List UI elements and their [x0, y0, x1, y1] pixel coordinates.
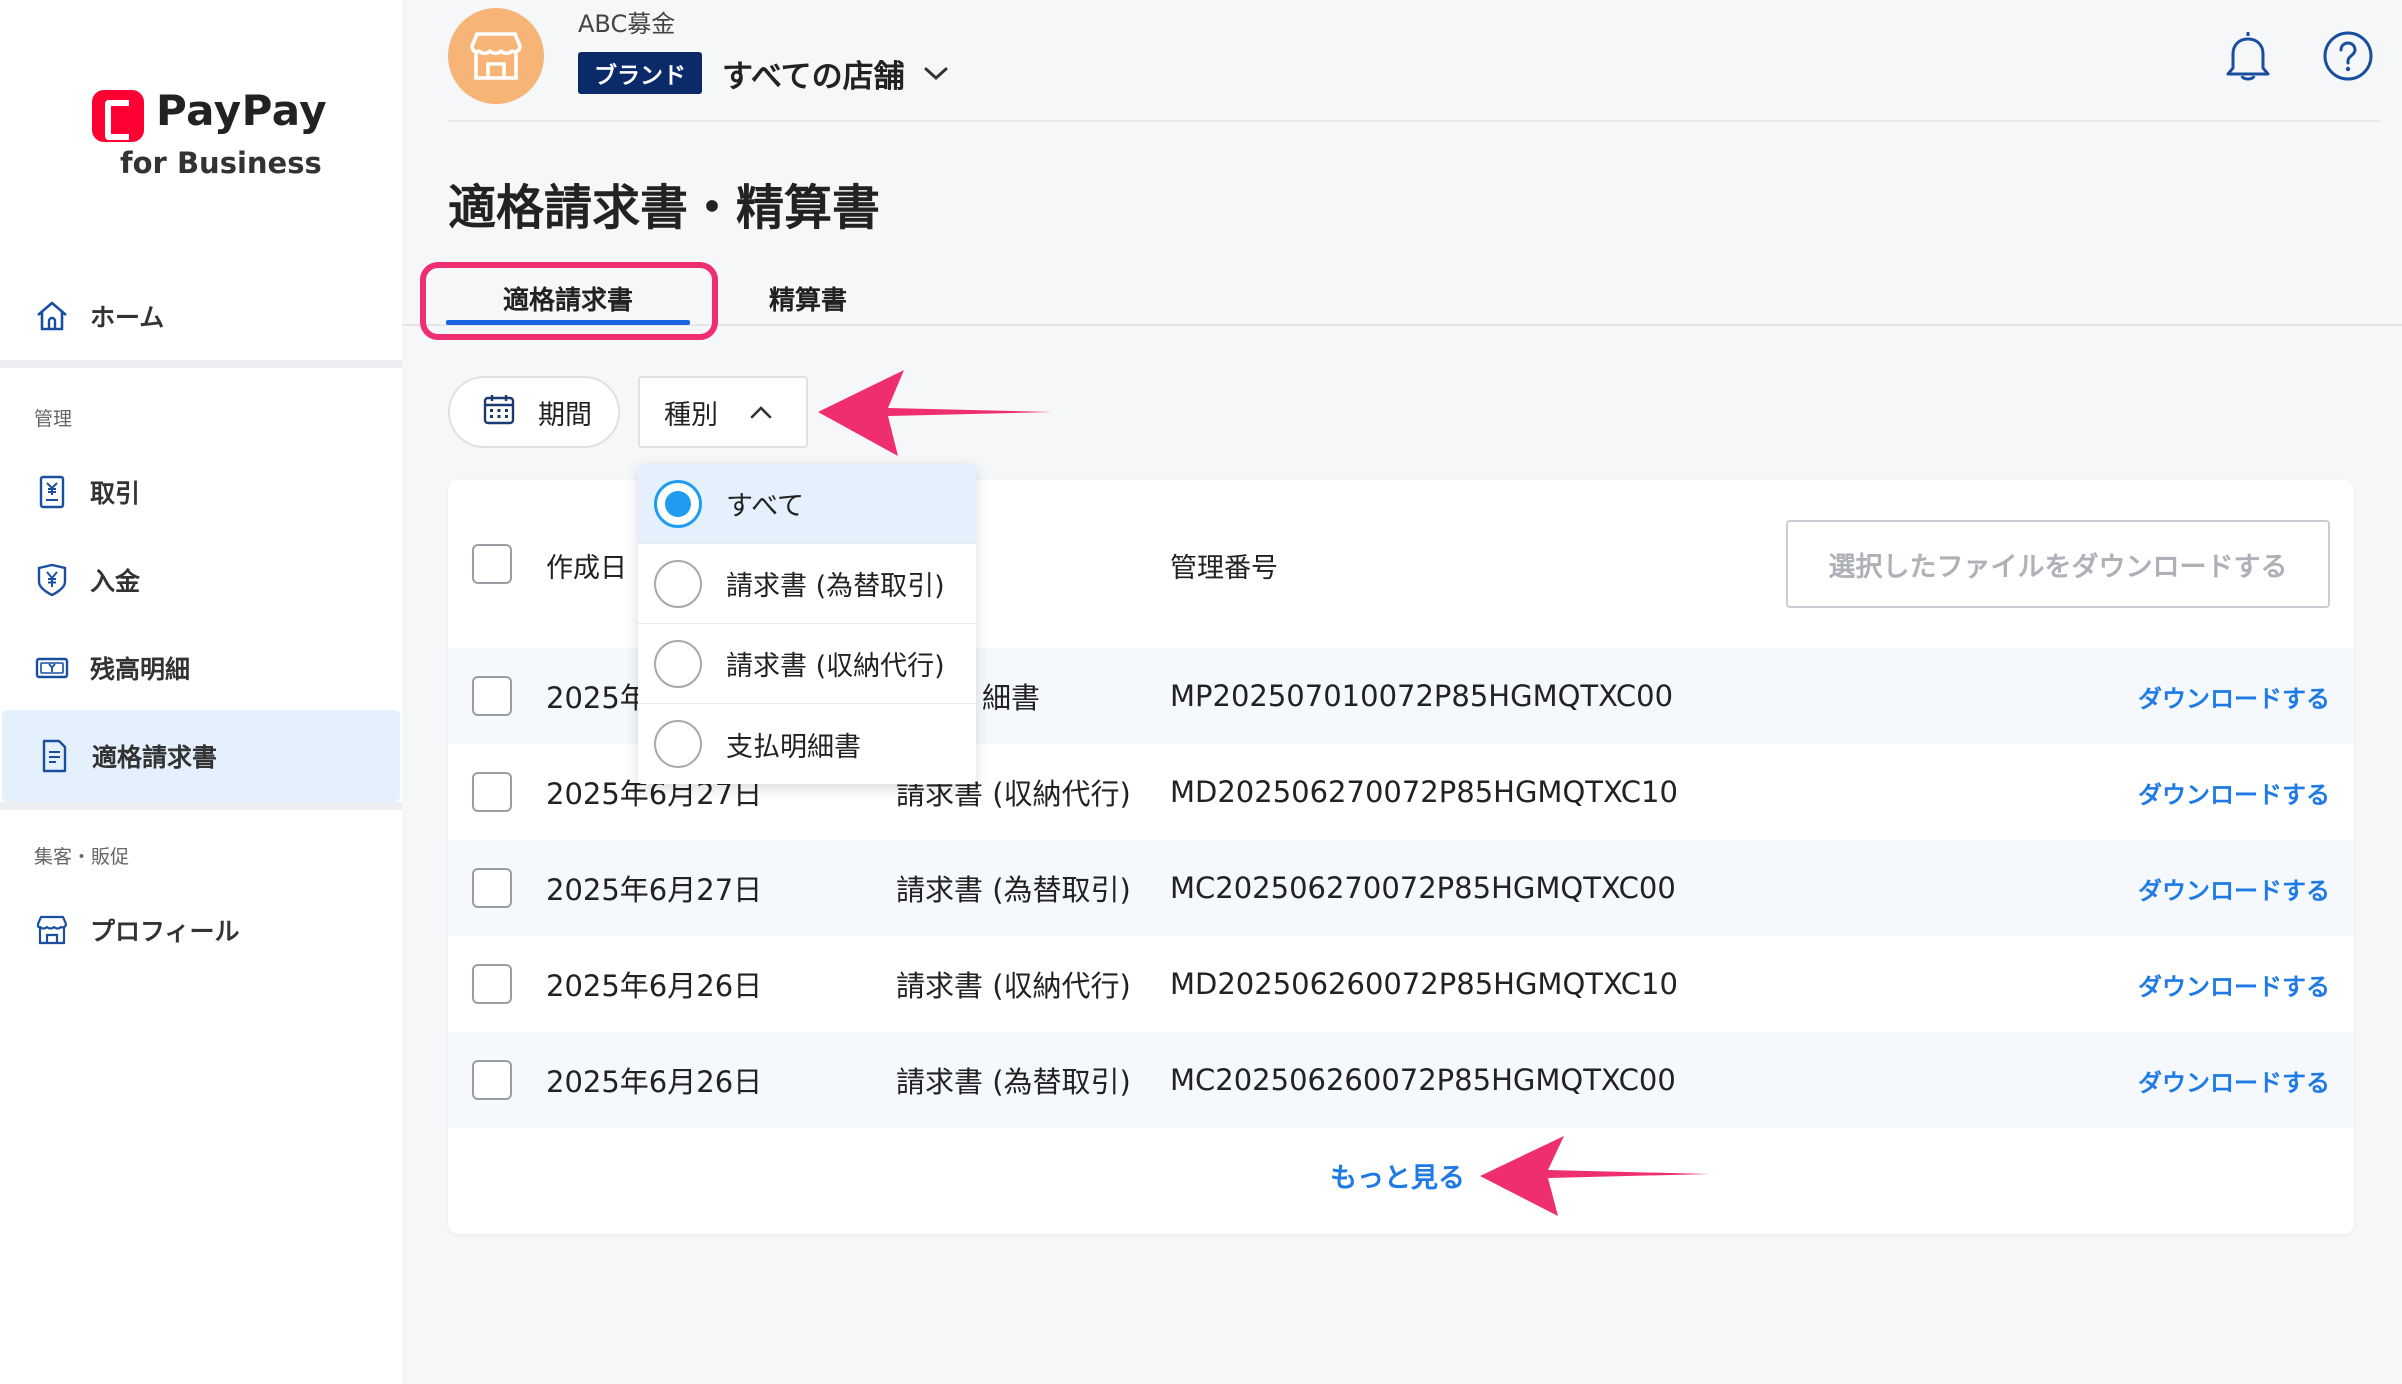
- sidebar-item-deposits[interactable]: 入金: [0, 534, 402, 626]
- row-date: 2025年6月26日: [546, 1065, 763, 1099]
- annotation-arrow-icon: [818, 370, 1052, 456]
- row-type: 細書: [982, 681, 1041, 715]
- sidebar-item-invoices[interactable]: 適格請求書: [2, 710, 400, 802]
- sidebar-item-label: 入金: [90, 567, 141, 596]
- cash-icon: [34, 650, 70, 686]
- help-icon[interactable]: [2322, 30, 2374, 82]
- download-selected-button[interactable]: 選択したファイルをダウンロードする: [1786, 520, 2330, 608]
- calendar-icon: [482, 392, 516, 433]
- row-type: 請求書 (為替取引): [896, 1065, 1131, 1099]
- sidebar-item-label: 残高明細: [90, 655, 191, 684]
- paypay-logo-icon: [92, 90, 144, 142]
- type-filter-label: 種別: [664, 399, 718, 431]
- column-header-number: 管理番号: [1170, 553, 1278, 584]
- type-option-label: 請求書 (為替取引): [726, 571, 945, 602]
- sidebar-item-profile[interactable]: プロフィール: [0, 884, 402, 976]
- row-type: 請求書 (収納代行): [896, 969, 1131, 1003]
- store-avatar[interactable]: [448, 8, 544, 104]
- sidebar-item-label: 取引: [90, 479, 141, 508]
- sidebar-divider: [0, 360, 402, 368]
- home-icon: [34, 298, 70, 334]
- chevron-up-icon: [748, 397, 774, 428]
- store-selector-label: すべての店舗: [722, 58, 905, 95]
- type-option-label: すべて: [726, 491, 805, 522]
- sidebar-item-label: プロフィール: [90, 917, 240, 946]
- type-option-label: 支払明細書: [726, 731, 861, 763]
- row-date: 2025年6月26日: [546, 969, 763, 1003]
- store-selector[interactable]: すべての店舗: [722, 52, 949, 95]
- logo-sub: for Business: [120, 146, 322, 180]
- radio-selected-icon: [654, 479, 702, 528]
- annotation-arrow-icon: [1480, 1136, 1710, 1216]
- row-checkbox[interactable]: [472, 676, 512, 716]
- sidebar-divider: [0, 802, 402, 810]
- type-option-invoice-collection[interactable]: 請求書 (収納代行): [638, 624, 976, 704]
- yen-shield-icon: [34, 562, 70, 598]
- show-more-link[interactable]: もっと見る: [1330, 1156, 1465, 1195]
- annotation-highlight-box: [420, 262, 718, 340]
- header-divider: [448, 120, 2380, 122]
- row-number: MD202506270072P85HGMQTXC10: [1170, 775, 1678, 809]
- row-download-link[interactable]: ダウンロードする: [2138, 648, 2330, 744]
- row-checkbox[interactable]: [472, 868, 512, 908]
- organization-name: ABC募金: [578, 10, 676, 38]
- receipt-icon: [34, 474, 70, 510]
- type-filter-dropdown: すべて 請求書 (為替取引) 請求書 (収納代行) 支払明細書: [638, 464, 976, 784]
- row-type: 請求書 (為替取引): [896, 873, 1131, 907]
- row-download-link[interactable]: ダウンロードする: [2138, 936, 2330, 1032]
- brand-badge: ブランド: [578, 52, 702, 94]
- chevron-down-icon: [923, 55, 949, 91]
- period-filter-label: 期間: [538, 399, 592, 431]
- storefront-icon: [470, 32, 522, 80]
- sidebar-item-label: ホーム: [90, 303, 165, 332]
- sidebar-item-label: 適格請求書: [92, 743, 218, 772]
- row-number: MC202506260072P85HGMQTXC00: [1170, 1063, 1676, 1097]
- row-number: MP202507010072P85HGMQTXC00: [1170, 679, 1674, 713]
- row-checkbox[interactable]: [472, 772, 512, 812]
- type-filter-button[interactable]: 種別: [638, 376, 808, 448]
- sidebar-section-manage: 管理: [34, 408, 73, 430]
- radio-icon: [654, 720, 702, 768]
- tab-settlement[interactable]: 精算書: [748, 272, 868, 324]
- table-row: 2025年6月27日 請求書 (為替取引) MC202506270072P85H…: [448, 840, 2354, 936]
- select-all-checkbox[interactable]: [472, 544, 512, 584]
- sidebar-section-promo: 集客・販促: [34, 846, 130, 868]
- logo-word: PayPay: [156, 86, 328, 135]
- row-date: 2025年: [546, 681, 649, 715]
- paypay-logo[interactable]: PayPay for Business: [92, 86, 327, 186]
- page-title: 適格請求書・精算書: [448, 180, 881, 236]
- row-download-link[interactable]: ダウンロードする: [2138, 1032, 2330, 1128]
- sidebar-item-balance[interactable]: 残高明細: [0, 622, 402, 714]
- row-download-link[interactable]: ダウンロードする: [2138, 840, 2330, 936]
- sidebar-item-home[interactable]: ホーム: [0, 270, 402, 362]
- period-filter-button[interactable]: 期間: [448, 376, 620, 448]
- row-download-link[interactable]: ダウンロードする: [2138, 744, 2330, 840]
- type-option-invoice-exchange[interactable]: 請求書 (為替取引): [638, 544, 976, 624]
- storefront-icon: [34, 912, 70, 948]
- row-number: MD202506260072P85HGMQTXC10: [1170, 967, 1678, 1001]
- type-option-all[interactable]: すべて: [638, 464, 976, 544]
- radio-icon: [654, 639, 702, 688]
- sidebar-item-transactions[interactable]: 取引: [0, 446, 402, 538]
- type-option-label: 請求書 (収納代行): [726, 651, 945, 682]
- table-row: 2025年6月26日 請求書 (為替取引) MC202506260072P85H…: [448, 1032, 2354, 1128]
- row-checkbox[interactable]: [472, 964, 512, 1004]
- row-date: 2025年6月27日: [546, 873, 763, 907]
- radio-icon: [654, 559, 702, 608]
- sidebar: PayPay for Business ホーム 管理 取引 入金 残高明細 適格…: [0, 0, 402, 1384]
- table-row: 2025年6月26日 請求書 (収納代行) MD202506260072P85H…: [448, 936, 2354, 1032]
- row-number: MC202506270072P85HGMQTXC00: [1170, 871, 1676, 905]
- row-checkbox[interactable]: [472, 1060, 512, 1100]
- bell-icon[interactable]: [2222, 28, 2274, 84]
- type-option-payment-statement[interactable]: 支払明細書: [638, 704, 976, 784]
- document-icon: [36, 738, 72, 774]
- column-header-date: 作成日: [546, 553, 627, 584]
